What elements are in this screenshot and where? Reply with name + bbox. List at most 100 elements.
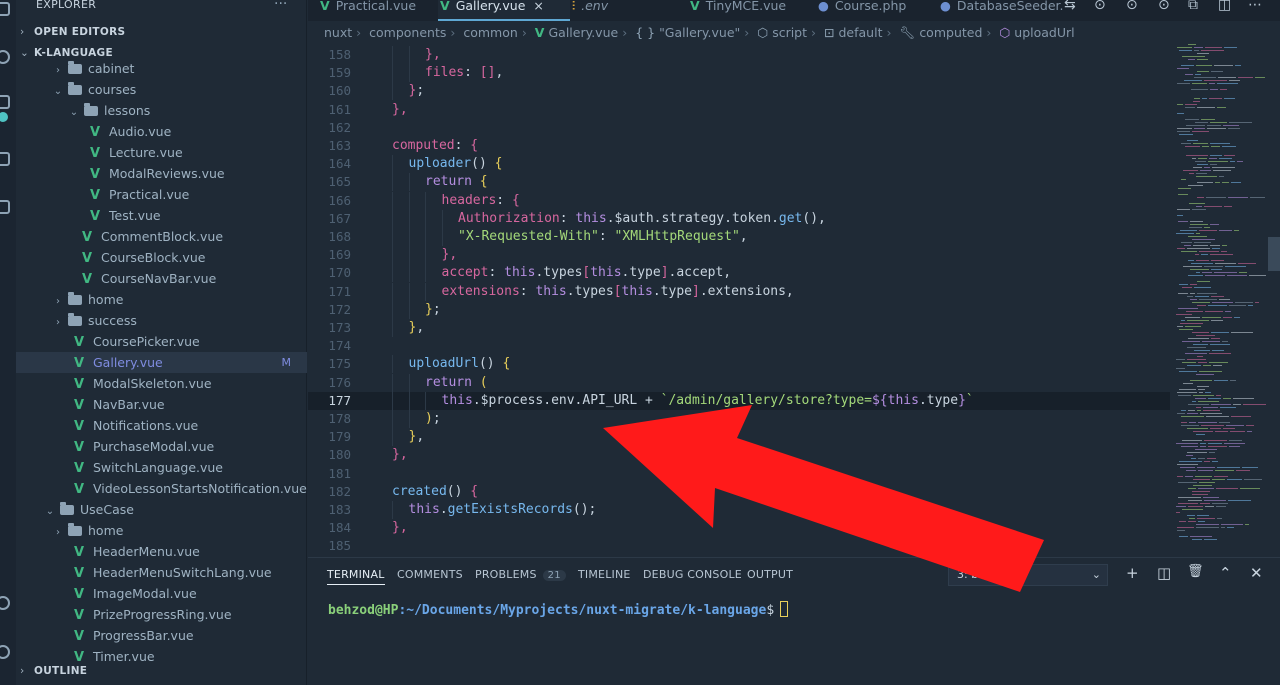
- code-line[interactable]: 167 Authorization: this.$auth.strategy.to…: [308, 209, 1170, 228]
- code-line[interactable]: 161},: [308, 101, 1170, 119]
- tree-folder[interactable]: › success: [16, 310, 307, 331]
- code-line[interactable]: 159 files: [],: [308, 64, 1170, 83]
- gear-icon[interactable]: [0, 645, 10, 659]
- tree-file[interactable]: V Test.vue: [16, 205, 307, 226]
- panel-tab-timeline[interactable]: TIMELINE: [578, 568, 631, 581]
- code-line[interactable]: 160};: [308, 82, 1170, 101]
- code-line[interactable]: 176 return (: [308, 373, 1170, 392]
- tree-folder[interactable]: › home: [16, 289, 307, 310]
- tree-file[interactable]: V PrizeProgressRing.vue: [16, 604, 307, 625]
- breadcrumb-method[interactable]: uploadUrl: [1014, 25, 1074, 40]
- tree-file[interactable]: V HeaderMenuSwitchLang.vue: [16, 562, 307, 583]
- extensions-icon[interactable]: [0, 200, 10, 214]
- tab-databaseseeder[interactable]: ● DatabaseSeeder.: [938, 0, 1078, 21]
- open-changes-icon[interactable]: ⧉: [1188, 0, 1198, 13]
- tree-file[interactable]: V CourseBlock.vue: [16, 247, 307, 268]
- tab-gallery-vue[interactable]: V Gallery.vue ×: [438, 0, 570, 21]
- tree-file[interactable]: V Gallery.vue M: [16, 352, 307, 373]
- tree-file[interactable]: V NavBar.vue: [16, 394, 307, 415]
- previous-change-icon[interactable]: ⊙: [1126, 0, 1138, 13]
- breadcrumb-component[interactable]: "Gallery.vue": [659, 25, 740, 40]
- open-editors-section[interactable]: › OPEN EDITORS: [20, 26, 125, 38]
- tree-file[interactable]: V VideoLessonStartsNotification.vue: [16, 478, 307, 499]
- panel-tab-problems[interactable]: PROBLEMS 21: [475, 568, 566, 581]
- tree-file[interactable]: V Practical.vue: [16, 184, 307, 205]
- minimap[interactable]: [1170, 44, 1280, 557]
- ellipsis-icon[interactable]: ···: [274, 0, 287, 12]
- code-editor[interactable]: 158}, 159 files: [], 160}; 161}, 162 163 comput…: [308, 44, 1170, 557]
- code-line[interactable]: 158},: [308, 46, 1170, 64]
- tree-file[interactable]: V PurchaseModal.vue: [16, 436, 307, 457]
- breadcrumb-file[interactable]: Gallery.vue: [548, 25, 618, 40]
- code-line[interactable]: 169},: [308, 246, 1170, 265]
- code-line[interactable]: 179},: [308, 428, 1170, 447]
- tree-file[interactable]: V ModalSkeleton.vue: [16, 373, 307, 394]
- split-terminal-icon[interactable]: ◫: [1157, 564, 1171, 582]
- maximize-panel-icon[interactable]: ⌃: [1219, 564, 1232, 582]
- tree-folder[interactable]: › home: [16, 520, 307, 541]
- new-terminal-icon[interactable]: +: [1126, 564, 1139, 582]
- code-line[interactable]: 184},: [308, 519, 1170, 537]
- tab-env[interactable]: ⫶ .env: [570, 0, 676, 21]
- outline-section[interactable]: › OUTLINE: [20, 665, 87, 677]
- terminal-select[interactable]: 3: b ⌄: [948, 564, 1108, 586]
- tree-file[interactable]: V Notifications.vue: [16, 415, 307, 436]
- code-line[interactable]: 170 accept: this.types[this.type].accept,: [308, 264, 1170, 283]
- breadcrumb-item[interactable]: nuxt: [324, 25, 352, 40]
- source-control-icon[interactable]: [0, 95, 10, 109]
- code-line[interactable]: 178);: [308, 410, 1170, 428]
- tab-practical-vue[interactable]: V Practical.vue: [318, 0, 438, 21]
- account-icon[interactable]: [0, 596, 10, 610]
- breadcrumb-item[interactable]: components: [369, 25, 446, 40]
- code-line[interactable]: 171 extensions: this.types[this.type].ext…: [308, 282, 1170, 301]
- tab-tinymce-vue[interactable]: V TinyMCE.vue: [688, 0, 808, 21]
- tree-file[interactable]: V ProgressBar.vue: [16, 625, 307, 646]
- scrollbar-thumb[interactable]: [1268, 237, 1280, 271]
- breadcrumb-item[interactable]: common: [463, 25, 517, 40]
- next-change-icon[interactable]: ⊙: [1158, 0, 1170, 13]
- breadcrumb-computed[interactable]: computed: [919, 25, 982, 40]
- code-line[interactable]: 182 created() {: [308, 483, 1170, 501]
- code-line[interactable]: 177 this.$process.env.API_URL + `/admin/g…: [308, 391, 1170, 410]
- code-line[interactable]: 185: [308, 537, 1170, 555]
- code-line[interactable]: 175 uploadUrl() {: [308, 355, 1170, 374]
- tree-folder[interactable]: ⌄ courses: [16, 79, 307, 100]
- more-actions-icon[interactable]: ⋯: [1248, 0, 1262, 13]
- code-line[interactable]: 173},: [308, 319, 1170, 337]
- code-line[interactable]: 162: [308, 119, 1170, 137]
- tree-file[interactable]: V ImageModal.vue: [16, 583, 307, 604]
- tree-file[interactable]: V Timer.vue: [16, 646, 307, 661]
- compare-changes-icon[interactable]: ⇆: [1064, 0, 1076, 13]
- run-debug-icon[interactable]: [0, 152, 10, 166]
- code-line[interactable]: 165 return {: [308, 173, 1170, 192]
- go-to-change-icon[interactable]: ⊙: [1094, 0, 1106, 13]
- panel-tab-comments[interactable]: COMMENTS: [397, 568, 463, 581]
- tree-file[interactable]: V SwitchLanguage.vue: [16, 457, 307, 478]
- tab-course-php[interactable]: ● Course.php: [816, 0, 928, 21]
- search-icon[interactable]: [0, 50, 10, 64]
- tree-file[interactable]: V Audio.vue: [16, 121, 307, 142]
- code-line[interactable]: 168 "X-Requested-With": "XMLHttpRequest",: [308, 228, 1170, 246]
- tree-file[interactable]: V CourseNavBar.vue: [16, 268, 307, 289]
- tree-file[interactable]: V ModalReviews.vue: [16, 163, 307, 184]
- close-panel-icon[interactable]: ✕: [1250, 564, 1263, 582]
- tree-file[interactable]: V HeaderMenu.vue: [16, 541, 307, 562]
- code-line[interactable]: 180},: [308, 446, 1170, 464]
- code-line[interactable]: 172};: [308, 300, 1170, 319]
- code-line[interactable]: 163 computed: {: [308, 137, 1170, 155]
- tree-file[interactable]: V Lecture.vue: [16, 142, 307, 163]
- breadcrumb-default[interactable]: default: [838, 25, 882, 40]
- tree-folder[interactable]: › cabinet: [16, 58, 307, 79]
- code-line[interactable]: 174: [308, 337, 1170, 355]
- terminal-prompt[interactable]: behzod@HP:~/Documents/Myprojects/nuxt-mi…: [328, 601, 789, 618]
- tree-folder[interactable]: ⌄ UseCase: [16, 499, 307, 520]
- breadcrumb-script[interactable]: script: [772, 25, 807, 40]
- code-line[interactable]: 183 this.getExistsRecords();: [308, 501, 1170, 519]
- code-line[interactable]: 181: [308, 465, 1170, 483]
- tree-folder[interactable]: ⌄ lessons: [16, 100, 307, 121]
- panel-tab-debug-console[interactable]: DEBUG CONSOLE: [643, 568, 742, 581]
- code-line[interactable]: 166 headers: {: [308, 191, 1170, 210]
- trash-icon[interactable]: 🗑: [1187, 564, 1204, 579]
- panel-tab-terminal[interactable]: TERMINAL: [327, 568, 385, 585]
- panel-tab-output[interactable]: OUTPUT: [747, 568, 793, 581]
